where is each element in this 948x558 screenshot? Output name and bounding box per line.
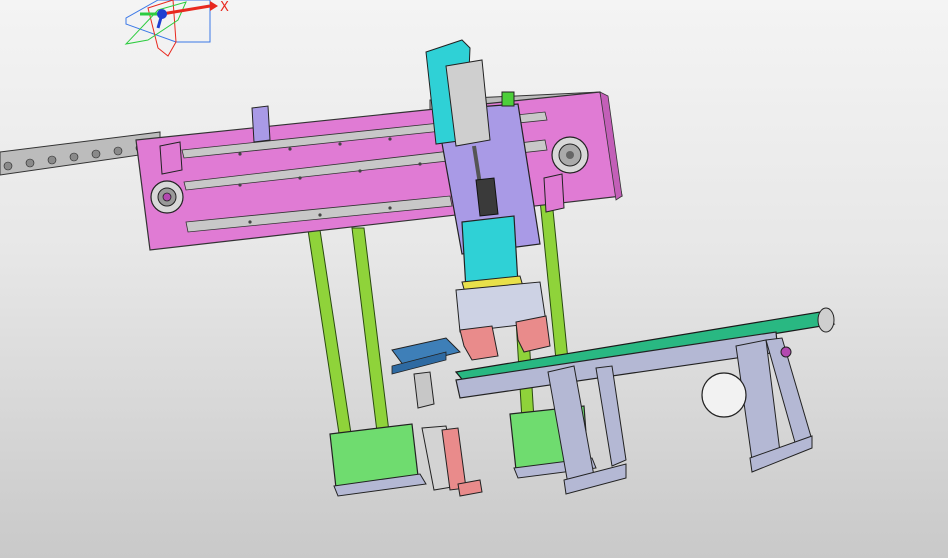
gripper-jaw [459,325,499,361]
end-stop-right [543,173,565,213]
sensor-bracket [251,105,271,143]
machine-assembly[interactable] [0,0,948,558]
support-column [351,227,391,441]
conveyor-sensor [780,346,792,358]
sensor-tag [501,91,515,107]
gripper-jaw [515,315,551,353]
belt-conveyor[interactable] [454,307,836,495]
rod-coupler [475,177,499,217]
tray-post [413,371,435,409]
cad-viewport[interactable]: X [0,0,948,558]
drive-motor [701,372,747,418]
support-column [307,229,353,441]
belt-end-roller [817,307,835,333]
pulley-right[interactable] [551,136,589,174]
pulley-left[interactable] [150,180,184,214]
end-stop-left [159,141,183,175]
